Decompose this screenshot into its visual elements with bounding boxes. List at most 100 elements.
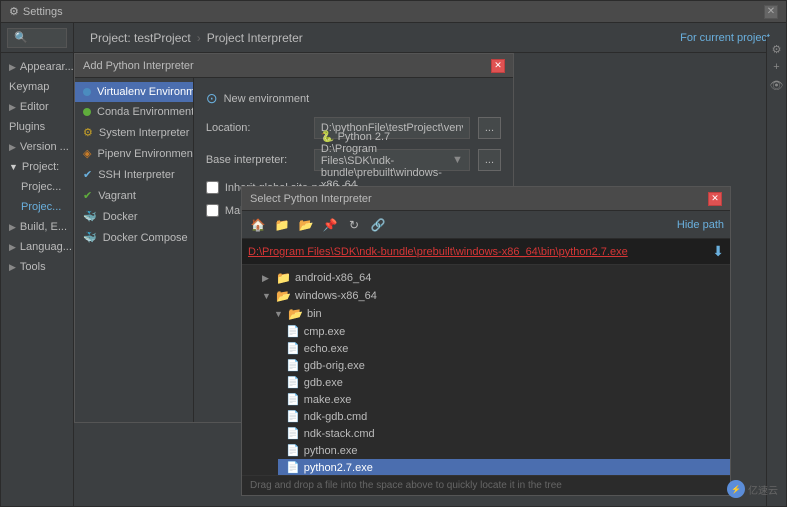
sidebar-label: Project: xyxy=(22,161,59,173)
download-icon: ⬇ xyxy=(712,243,724,260)
sidebar-item-languages[interactable]: ▶ Languag... xyxy=(1,237,73,257)
file-icon: 📄 xyxy=(286,444,300,457)
base-interpreter-row: Base interpreter: 🐍 Python 2.7 D:\Progra… xyxy=(206,149,501,171)
tree-item-python[interactable]: 📄 python.exe xyxy=(278,442,730,459)
interp-label: Pipenv Environment xyxy=(97,148,193,160)
interp-label: Docker Compose xyxy=(103,232,188,244)
interp-label: Conda Environment xyxy=(97,106,194,118)
link-button[interactable]: 🔗 xyxy=(368,215,388,235)
sidebar-label: Projec... xyxy=(21,201,61,213)
arrow-icon: ▶ xyxy=(9,62,16,73)
close-button[interactable]: ✕ xyxy=(764,5,778,19)
sidebar-item-keymap[interactable]: Keymap xyxy=(1,77,73,97)
interp-label: Vagrant xyxy=(98,190,136,202)
bookmark-button[interactable]: 📌 xyxy=(320,215,340,235)
tree-item-windows[interactable]: ▼ 📂 windows-x86_64 xyxy=(254,287,730,305)
path-text: D:\Program Files\SDK\ndk-bundle\prebuilt… xyxy=(248,246,708,258)
file-icon: 📄 xyxy=(286,325,300,338)
breadcrumb-page: Project Interpreter xyxy=(207,31,303,45)
watermark: ⚡ 亿速云 xyxy=(727,480,778,498)
new-environment-radio[interactable]: ⊙ New environment xyxy=(206,90,501,107)
tree-label: windows-x86_64 xyxy=(295,290,377,302)
virtualenv-icon xyxy=(83,88,91,96)
interp-item-ssh[interactable]: ✔ SSH Interpreter xyxy=(75,164,193,185)
arrow-icon: ▶ xyxy=(9,242,16,253)
interp-item-docker[interactable]: 🐳 Docker xyxy=(75,206,193,227)
settings-window: ⚙ Settings ✕ Project: testProject › Proj… xyxy=(0,0,787,507)
sidebar-item-version[interactable]: ▶ Version ... xyxy=(1,137,73,157)
tree-item-gdb-orig[interactable]: 📄 gdb-orig.exe xyxy=(278,357,730,374)
tree-item-ndk-gdb[interactable]: 📄 ndk-gdb.cmd xyxy=(278,408,730,425)
select-title-bar: Select Python Interpreter ✕ xyxy=(242,187,730,211)
sidebar-item-editor[interactable]: ▶ Editor xyxy=(1,97,73,117)
refresh-button[interactable]: ↻ xyxy=(344,215,364,235)
sidebar-item-project[interactable]: ▼ Project: xyxy=(1,157,73,177)
select-toolbar: 🏠 📁 📂 📌 ↻ 🔗 Hide path xyxy=(242,211,730,239)
home-button[interactable]: 🏠 xyxy=(248,215,268,235)
interp-item-pipenv[interactable]: ◈ Pipenv Environment xyxy=(75,143,193,164)
add-right-button[interactable]: + xyxy=(769,59,785,75)
tree-label: python2.7.exe xyxy=(304,462,373,474)
watermark-logo: ⚡ xyxy=(727,480,745,498)
tree-item-gdb[interactable]: 📄 gdb.exe xyxy=(278,374,730,391)
dialog-close-button[interactable]: ✕ xyxy=(491,59,505,73)
search-input[interactable] xyxy=(7,28,67,48)
hide-path-button[interactable]: Hide path xyxy=(677,219,724,231)
folder-icon: 📂 xyxy=(276,289,291,303)
select-interpreter-dialog: Select Python Interpreter ✕ 🏠 📁 📂 📌 ↻ 🔗 … xyxy=(241,186,731,496)
tree-label: cmp.exe xyxy=(304,326,346,338)
gear-button[interactable]: ⚙ xyxy=(769,41,785,57)
base-label: Base interpreter: xyxy=(206,154,306,166)
tree-label: python.exe xyxy=(304,445,358,457)
base-browse-button[interactable]: ... xyxy=(478,149,501,171)
window-title: Settings xyxy=(23,6,63,18)
sidebar-label: Build, E... xyxy=(20,221,67,233)
drag-hint: Drag and drop a file into the space abov… xyxy=(242,475,730,495)
make-available-checkbox[interactable] xyxy=(206,204,219,217)
conda-icon xyxy=(83,108,91,116)
sidebar-item-project-sub2[interactable]: Projec... xyxy=(1,197,73,217)
tree-label: echo.exe xyxy=(304,343,349,355)
base-interpreter-dropdown[interactable]: 🐍 Python 2.7 D:\Program Files\SDK\ndk-bu… xyxy=(314,149,470,171)
location-browse-button[interactable]: ... xyxy=(478,117,501,139)
settings-header: Project: testProject › Project Interpret… xyxy=(74,23,786,53)
sidebar-item-plugins[interactable]: Plugins xyxy=(1,117,73,137)
sidebar-item-project-sub1[interactable]: Projec... xyxy=(1,177,73,197)
sidebar-item-appearance[interactable]: ▶ Appearar... xyxy=(1,57,73,77)
dropdown-arrow: ▼ xyxy=(452,154,463,166)
select-close-button[interactable]: ✕ xyxy=(708,192,722,206)
settings-sidebar: ▶ Appearar... Keymap ▶ Editor Plugins ▶ … xyxy=(1,53,74,506)
tree-label: make.exe xyxy=(304,394,352,406)
arrow-icon: ▶ xyxy=(9,102,16,113)
file-icon: 📄 xyxy=(286,410,300,423)
sidebar-item-build[interactable]: ▶ Build, E... xyxy=(1,217,73,237)
docker-compose-icon: 🐳 xyxy=(83,231,97,244)
inherit-checkbox[interactable] xyxy=(206,181,219,194)
tree-item-python27[interactable]: 📄 python2.7.exe xyxy=(278,459,730,475)
tree-item-echo[interactable]: 📄 echo.exe xyxy=(278,340,730,357)
eye-button[interactable]: 👁 xyxy=(769,77,785,93)
sidebar-item-tools[interactable]: ▶ Tools xyxy=(1,257,73,277)
select-dialog-title: Select Python Interpreter xyxy=(250,193,372,205)
tree-item-ndk-stack[interactable]: 📄 ndk-stack.cmd xyxy=(278,425,730,442)
settings-right-toolbar: ⚙ + 👁 xyxy=(766,37,786,506)
watermark-text: 亿速云 xyxy=(748,482,778,497)
file-icon: 📄 xyxy=(286,427,300,440)
interp-item-system[interactable]: ⚙ System Interpreter xyxy=(75,122,193,143)
tree-label: gdb-orig.exe xyxy=(304,360,365,372)
interp-item-virtualenv[interactable]: Virtualenv Environment xyxy=(75,82,193,102)
file-icon: 📄 xyxy=(286,376,300,389)
folder-button[interactable]: 📁 xyxy=(272,215,292,235)
interp-item-vagrant[interactable]: ✔ Vagrant xyxy=(75,185,193,206)
settings-icon: ⚙ xyxy=(9,5,19,18)
new-folder-button[interactable]: 📂 xyxy=(296,215,316,235)
sidebar-label: Editor xyxy=(20,101,49,113)
tree-item-make[interactable]: 📄 make.exe xyxy=(278,391,730,408)
tree-item-android[interactable]: ▶ 📁 android-x86_64 xyxy=(254,269,730,287)
interp-item-docker-compose[interactable]: 🐳 Docker Compose xyxy=(75,227,193,248)
interp-item-conda[interactable]: Conda Environment xyxy=(75,102,193,122)
tree-item-cmp[interactable]: 📄 cmp.exe xyxy=(278,323,730,340)
arrow-icon: ▶ xyxy=(9,222,16,233)
title-bar-left: ⚙ Settings xyxy=(9,5,63,18)
tree-item-bin[interactable]: ▼ 📂 bin xyxy=(266,305,730,323)
